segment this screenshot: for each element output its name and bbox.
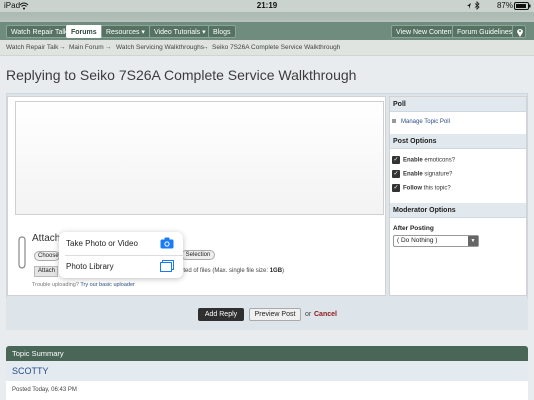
moderator-options-header: Moderator Options [390,203,526,218]
post-date: Posted Today, 06:43 PM [6,381,528,400]
checkbox-checked-icon[interactable]: ✓ [392,184,400,192]
checkbox-checked-icon[interactable]: ✓ [392,156,400,164]
enable-signature-option[interactable]: ✓ Enable signature? [392,170,452,178]
topic-summary-header: Topic Summary [6,346,528,361]
tab-video-tutorials[interactable]: Video Tutorials ▾ [149,25,211,38]
basic-uploader-link[interactable]: Try our basic uploader [80,282,135,288]
poll-header: Poll [390,97,526,112]
breadcrumb-item[interactable]: Watch Repair Talk [6,44,58,51]
manage-poll-row: Manage Topic Poll [392,119,450,125]
site-banner [0,12,534,22]
camera-icon [160,237,174,249]
battery-percent: 87% [496,1,513,10]
reply-editor[interactable] [15,101,384,215]
location-tab[interactable] [512,25,526,38]
selection-button[interactable]: Selection [181,250,215,260]
map-pin-icon [517,29,523,37]
bullet-icon [392,119,396,124]
trouble-uploading: Trouble uploading? Try our basic uploade… [32,282,135,288]
tab-blogs[interactable]: Blogs [208,25,236,38]
tab-resources[interactable]: Resources ▾ [101,25,150,38]
breadcrumb-item[interactable]: Seiko 7S26A Complete Service Walkthrough [212,44,340,51]
tab-view-new-content[interactable]: View New Content [391,25,459,38]
tab-forums[interactable]: Forums [66,25,102,38]
after-posting-label: After Posting [393,225,434,232]
attach-button[interactable]: Attach [34,266,58,277]
chevron-down-icon: ▼ [468,236,478,246]
breadcrumb-item[interactable]: Watch Servicing Walkthroughs [116,44,204,51]
clock: 21:19 [256,1,278,10]
cancel-link[interactable]: Cancel [314,311,337,318]
post-author[interactable]: SCOTTY [6,361,528,381]
take-photo-option[interactable]: Take Photo or Video [59,232,183,255]
attach-files-title: Attach [32,233,61,244]
photo-library-option[interactable]: Photo Library [59,255,183,278]
preview-post-button[interactable]: Preview Post [249,308,301,321]
main-navbar: Watch Repair Talk Forums Resources ▾ Vid… [0,22,534,40]
breadcrumb-separator: → [105,44,112,51]
upload-source-popover: Take Photo or Video Photo Library [59,232,183,278]
after-posting-select[interactable]: ( Do Nothing ) ▼ [393,235,479,247]
breadcrumb-separator: → [202,44,209,51]
checkbox-checked-icon[interactable]: ✓ [392,170,400,178]
breadcrumb: Watch Repair Talk → Main Forum → Watch S… [0,40,534,56]
or-label: or [305,311,312,318]
battery-icon [514,2,531,10]
photo-library-icon [160,260,174,272]
add-reply-button[interactable]: Add Reply [198,308,244,321]
choose-files-button[interactable]: Choose [34,251,60,261]
tab-watch-repair-talk[interactable]: Watch Repair Talk [6,25,73,38]
options-sidebar [389,96,527,296]
manage-poll-link[interactable]: Manage Topic Poll [401,119,450,125]
breadcrumb-separator: → [59,44,66,51]
paperclip-icon [18,236,26,269]
tab-forum-guidelines[interactable]: Forum Guidelines [452,25,518,38]
file-limit-text: ited of files (Max. single file size: 1G… [182,268,285,274]
page-title: Replying to Seiko 7S26A Complete Service… [6,67,357,83]
breadcrumb-item[interactable]: Main Forum [69,44,104,51]
post-options-header: Post Options [390,134,526,149]
follow-topic-option[interactable]: ✓ Follow this topic? [392,184,451,192]
location-arrow-icon [467,3,471,9]
enable-emoticons-option[interactable]: ✓ Enable emoticons? [392,156,455,164]
bluetooth-icon [474,1,480,10]
ios-status-bar: iPad 21:19 87% [0,0,534,12]
